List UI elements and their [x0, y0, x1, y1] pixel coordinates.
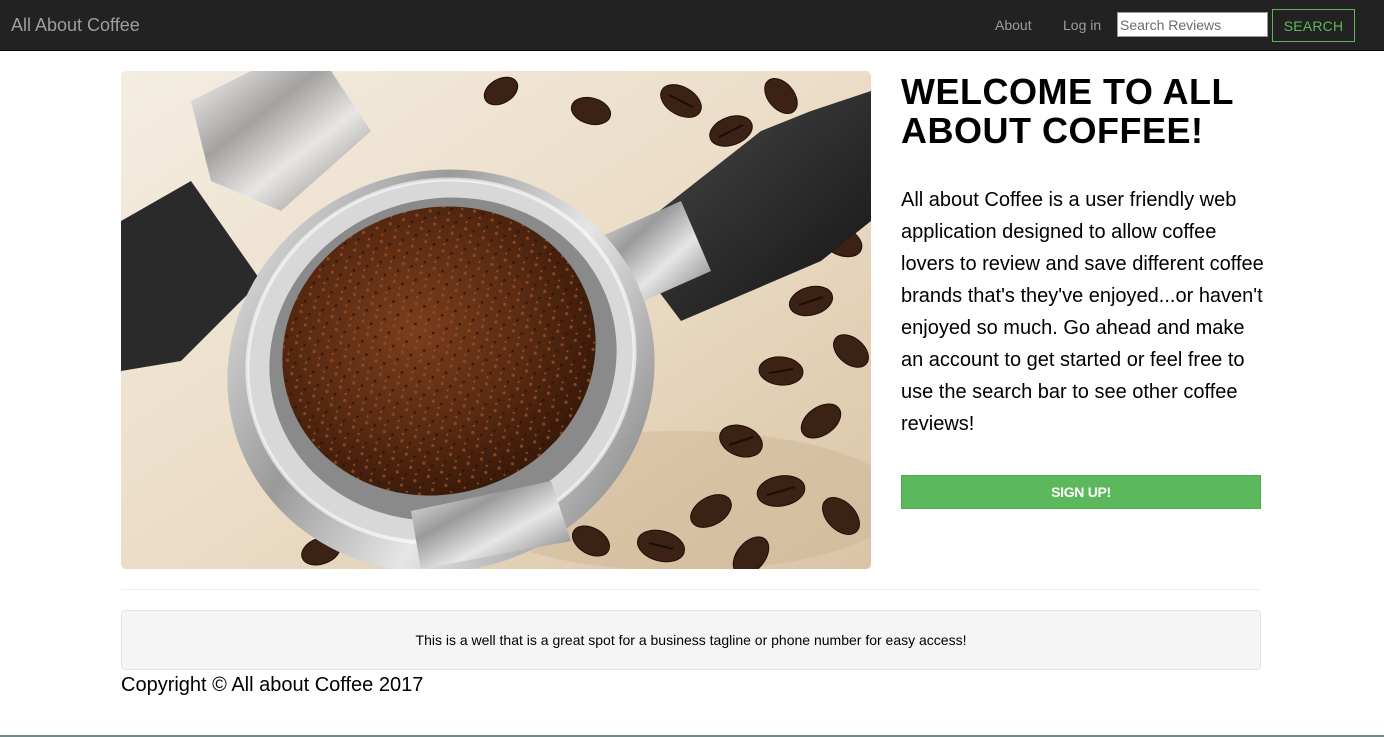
search-button[interactable]: SEARCH [1272, 9, 1355, 42]
nav-link-about[interactable]: About [995, 16, 1032, 34]
section-divider [121, 589, 1261, 590]
sign-up-button[interactable]: SIGN UP! [901, 475, 1261, 509]
intro-paragraph: All about Coffee is a user friendly web … [901, 189, 1264, 435]
copyright-text: Copyright © All about Coffee 2017 [121, 674, 424, 696]
search-input[interactable] [1117, 12, 1268, 37]
nav-link-login[interactable]: Log in [1063, 16, 1101, 34]
page-title: WELCOME TO ALL ABOUT COFFEE! [901, 71, 1234, 151]
tagline-well: This is a well that is a great spot for … [121, 610, 1261, 670]
top-navbar: All About Coffee About Log in SEARCH [0, 0, 1384, 51]
brand-link[interactable]: All About Coffee [11, 13, 140, 37]
coffee-portafilter-photo [121, 71, 871, 569]
tagline-text: This is a well that is a great spot for … [415, 632, 967, 648]
coffee-portafilter-photo-icon [121, 71, 871, 569]
